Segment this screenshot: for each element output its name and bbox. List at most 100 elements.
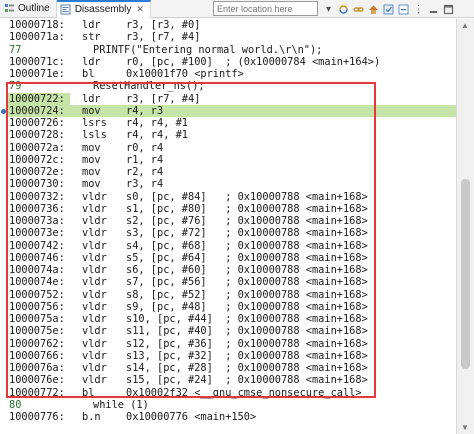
instruction-operands: r0, [pc, #100] ; (0x10000784 <main+164>) — [126, 55, 381, 68]
asm-line[interactable]: 10000722: ldr r3, [r7, #4] — [0, 92, 456, 105]
asm-line[interactable]: 1000072a: mov r0, r4 — [0, 142, 456, 154]
instruction-operands: s1, [pc, #80] ; 0x10000788 <main+168> — [126, 202, 368, 215]
instruction-address: 1000071a: — [9, 31, 65, 44]
asm-line[interactable]: 10000756: vldr s9, [pc, #48] ; 0x10000788 … — [0, 301, 456, 313]
instruction-address: 10000742: — [9, 239, 65, 252]
instruction-mnemonic: bl — [82, 386, 95, 399]
instruction-address: 1000071e: — [9, 68, 65, 80]
instruction-address: 10000776: — [9, 411, 65, 423]
instruction-mnemonic: bl — [82, 68, 95, 80]
asm-line[interactable]: 10000724: mov r4, r3 — [0, 104, 456, 117]
scroll-down-icon[interactable]: ▼ — [461, 423, 469, 432]
asm-line[interactable]: 1000072e: mov r2, r4 — [0, 166, 456, 178]
asm-line[interactable]: 10000762: vldr s12, [pc, #36] ; 0x10000788… — [0, 338, 456, 350]
home-icon[interactable] — [367, 3, 380, 16]
instruction-mnemonic: vldr — [82, 362, 107, 374]
source-line[interactable]: 79 ResetHandler_ns(); — [0, 80, 456, 92]
instruction-mnemonic: vldr — [82, 313, 107, 325]
instruction-address: 10000752: — [9, 288, 65, 301]
instruction-operands: r3, [r3, #0] — [126, 19, 201, 31]
instruction-operands: s2, [pc, #76] ; 0x10000788 <main+168> — [126, 215, 368, 227]
asm-line[interactable]: 10000736: vldr s1, [pc, #80] ; 0x10000788 … — [0, 203, 456, 215]
asm-line[interactable]: 1000074e: vldr s7, [pc, #56] ; 0x10000788 … — [0, 276, 456, 288]
disassembly-listing[interactable]: 10000718: ldr r3, [r3, #0] 1000071a: str r3, … — [0, 19, 456, 434]
instruction-address: 10000772: — [9, 386, 65, 399]
instruction-operands: 0x10001f70 <printf> — [126, 68, 244, 80]
disassembly-icon — [60, 4, 72, 16]
instruction-operands: s9, [pc, #48] ; 0x10000788 <main+168> — [126, 300, 368, 313]
source-line-number: 77 — [9, 43, 22, 56]
close-icon[interactable]: ✕ — [136, 4, 144, 15]
instruction-mnemonic: vldr — [82, 325, 107, 338]
instruction-operands: 0x10002f32 <__gnu_cmse_nonsecure_call> — [126, 386, 362, 399]
view-toolbar: ▾ ⋮ — [322, 1, 455, 17]
scrollbar-thumb[interactable] — [461, 179, 470, 369]
source-line[interactable]: 80 while (1) — [0, 399, 456, 411]
instruction-mnemonic: ldr — [82, 19, 101, 31]
asm-line[interactable]: 1000076a: vldr s14, [pc, #28] ; 0x10000788… — [0, 362, 456, 374]
instruction-operands: r2, r4 — [126, 166, 164, 178]
asm-line[interactable]: 1000071c: ldr r0, [pc, #100] ; (0x10000784… — [0, 56, 456, 68]
instruction-address: 10000732: — [9, 190, 65, 203]
asm-line[interactable]: 10000742: vldr s4, [pc, #68] ; 0x10000788 … — [0, 240, 456, 252]
instruction-address: 1000075a: — [9, 313, 65, 325]
sync-icon[interactable] — [337, 3, 350, 16]
scroll-up-icon[interactable]: ▲ — [461, 21, 469, 30]
asm-line[interactable]: 1000071e: bl 0x10001f70 <printf> — [0, 68, 456, 80]
asm-line[interactable]: 1000074a: vldr s6, [pc, #60] ; 0x10000788 … — [0, 264, 456, 276]
minimize-icon[interactable] — [427, 3, 440, 16]
asm-line[interactable]: 1000071a: str r3, [r7, #4] — [0, 31, 456, 43]
asm-line[interactable]: 1000072c: mov r1, r4 — [0, 154, 456, 166]
asm-line[interactable]: 10000776: b.n 0x10000776 <main+150> — [0, 411, 456, 423]
tab-disassembly[interactable]: Disassembly ✕ — [56, 0, 151, 18]
outline-icon — [3, 3, 15, 15]
asm-line[interactable]: 10000718: ldr r3, [r3, #0] — [0, 19, 456, 31]
source-line-number: 79 — [9, 80, 22, 93]
filter-icon[interactable] — [382, 3, 395, 16]
instruction-address: 1000072e: — [9, 166, 65, 178]
asm-line[interactable]: 10000730: mov r3, r4 — [0, 178, 456, 190]
instruction-mnemonic: vldr — [82, 239, 107, 252]
instruction-operands: r3, r4 — [126, 178, 164, 191]
asm-line[interactable]: 10000732: vldr s0, [pc, #84] ; 0x10000788 … — [0, 191, 456, 203]
instruction-address: 10000722: — [9, 92, 65, 105]
link-icon[interactable] — [352, 3, 365, 16]
instruction-operands: r1, r4 — [126, 153, 164, 166]
dropdown-icon[interactable]: ▾ — [322, 3, 335, 16]
instruction-operands: s11, [pc, #40] ; 0x10000788 <main+168> — [126, 325, 368, 338]
instruction-mnemonic: lsrs — [82, 117, 107, 129]
location-input[interactable] — [213, 1, 318, 16]
instruction-address: 1000074a: — [9, 264, 65, 276]
vertical-scrollbar[interactable]: ▲ ▼ — [456, 19, 474, 434]
instruction-mnemonic: ldr — [82, 92, 101, 105]
asm-line[interactable]: 10000726: lsrs r4, r4, #1 — [0, 117, 456, 129]
collapse-icon[interactable] — [397, 3, 410, 16]
instruction-mnemonic: mov — [82, 178, 101, 191]
instruction-operands: s7, [pc, #56] ; 0x10000788 <main+168> — [126, 276, 368, 289]
asm-line[interactable]: 10000752: vldr s8, [pc, #52] ; 0x10000788 … — [0, 289, 456, 301]
asm-line[interactable]: 1000075a: vldr s10, [pc, #44] ; 0x10000788… — [0, 313, 456, 325]
instruction-mnemonic: vldr — [82, 264, 107, 276]
instruction-address: 10000728: — [9, 129, 65, 142]
instruction-mnemonic: vldr — [82, 337, 107, 350]
asm-line[interactable]: 1000073a: vldr s2, [pc, #76] ; 0x10000788 … — [0, 215, 456, 227]
instruction-address: 10000724: — [9, 104, 65, 117]
asm-line[interactable]: 10000746: vldr s5, [pc, #64] ; 0x10000788 … — [0, 252, 456, 264]
instruction-operands: r4, r4, #1 — [126, 129, 188, 142]
instruction-mnemonic: vldr — [82, 227, 107, 240]
instruction-operands: 0x10000776 <main+150> — [126, 411, 257, 423]
instruction-address: 1000072a: — [9, 141, 65, 154]
source-line[interactable]: 77 PRINTF("Entering normal world.\r\n"); — [0, 44, 456, 56]
view-menu-icon[interactable]: ⋮ — [412, 3, 425, 16]
asm-line[interactable]: 10000728: lsls r4, r4, #1 — [0, 129, 456, 141]
asm-line[interactable]: 1000075e: vldr s11, [pc, #40] ; 0x10000788… — [0, 325, 456, 337]
source-line-number: 80 — [9, 398, 22, 411]
asm-line[interactable]: 10000772: bl 0x10002f32 <__gnu_cmse_nonsec… — [0, 387, 456, 399]
asm-line[interactable]: 10000766: vldr s13, [pc, #32] ; 0x10000788… — [0, 350, 456, 362]
asm-line[interactable]: 1000076e: vldr s15, [pc, #24] ; 0x10000788… — [0, 374, 456, 386]
tab-outline[interactable]: Outline — [0, 0, 57, 18]
asm-line[interactable]: 1000073e: vldr s3, [pc, #72] ; 0x10000788 … — [0, 227, 456, 239]
maximize-icon[interactable] — [442, 3, 455, 16]
instruction-operands: s14, [pc, #28] ; 0x10000788 <main+168> — [126, 362, 368, 374]
instruction-address: 1000073a: — [9, 215, 65, 227]
